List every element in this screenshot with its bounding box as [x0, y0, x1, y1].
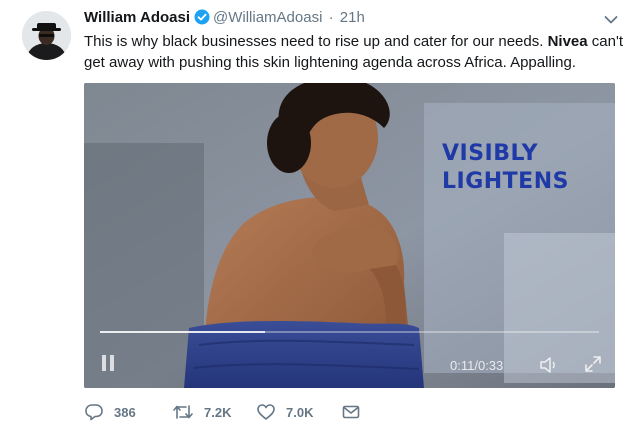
separator-dot: · [328, 9, 334, 26]
retweet-button[interactable]: 7.2K [172, 401, 231, 423]
tweet-text-bold: Nivea [547, 33, 588, 50]
video-duration: 0:33 [477, 358, 504, 373]
author-name[interactable]: William Adoasi [84, 9, 190, 26]
caret-down-icon[interactable] [604, 12, 618, 24]
verified-icon [194, 9, 210, 31]
video-current-time: 0:11 [450, 358, 475, 373]
avatar-image [22, 11, 71, 60]
tweet-header: William Adoasi @WilliamAdoasi · 21h [84, 8, 604, 28]
video-progress-bar[interactable] [100, 331, 599, 333]
like-icon [257, 404, 275, 420]
reply-icon [85, 404, 103, 421]
retweet-count: 7.2K [204, 404, 232, 420]
author-handle[interactable]: @WilliamAdoasi [213, 9, 322, 26]
fullscreen-icon[interactable] [583, 354, 603, 374]
video-progress-fill [100, 331, 265, 333]
overlay-line-1: VISIBLY [442, 141, 539, 166]
pause-icon[interactable] [100, 355, 116, 373]
tweet-text: This is why black businesses need to ris… [84, 31, 624, 73]
like-count: 7.0K [286, 404, 314, 420]
reply-button[interactable]: 386 [84, 401, 136, 423]
like-button[interactable]: 7.0K [256, 401, 313, 423]
direct-message-icon [342, 405, 360, 419]
reply-count: 386 [114, 404, 136, 420]
avatar[interactable] [22, 11, 71, 60]
video-time: 0:11/0:33 [450, 358, 503, 373]
overlay-line-2: LIGHTENS [442, 169, 569, 194]
tweet-text-part1: This is why black businesses need to ris… [84, 33, 548, 50]
retweet-icon [173, 405, 193, 419]
tweet-timestamp[interactable]: 21h [340, 9, 365, 26]
video-overlay-text: VISIBLY LIGHTENS [442, 140, 582, 196]
volume-icon[interactable] [539, 356, 559, 374]
video-frame [84, 83, 615, 388]
direct-message-button[interactable] [342, 401, 370, 423]
video-player[interactable]: VISIBLY LIGHTENS 0:11/0:33 [84, 83, 615, 388]
